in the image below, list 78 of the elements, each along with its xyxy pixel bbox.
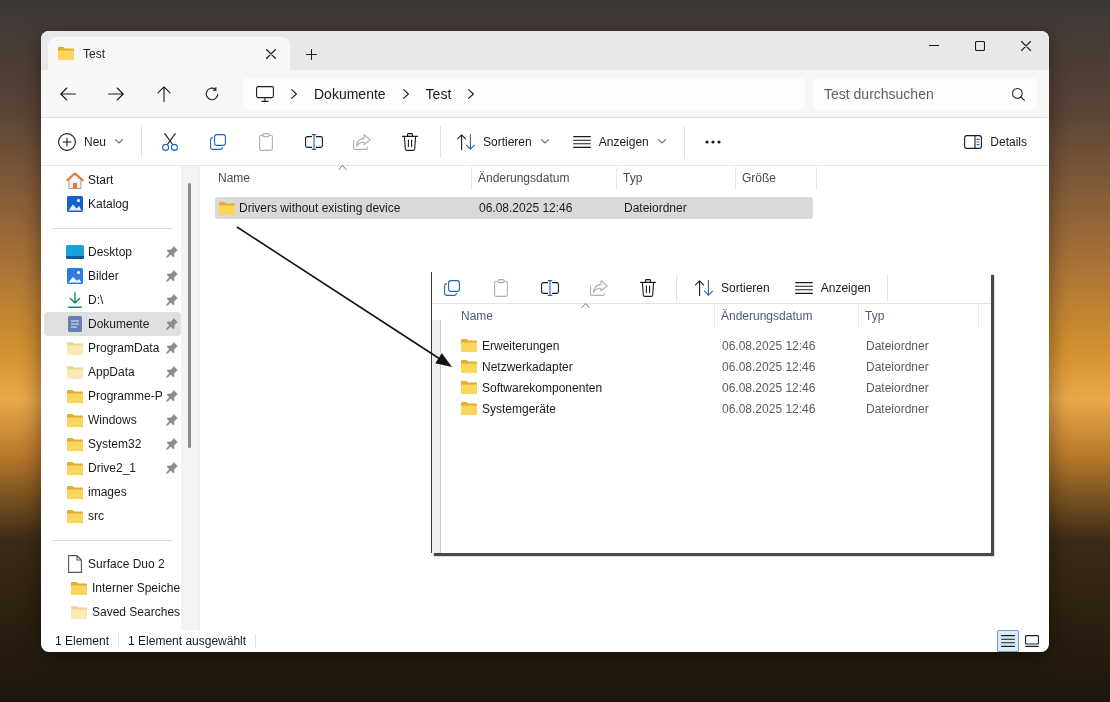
sidebar-item[interactable]: Katalog bbox=[44, 192, 181, 216]
column-header[interactable]: Typ bbox=[617, 167, 736, 190]
sidebar-item[interactable]: Bilder bbox=[44, 264, 181, 288]
chevron-right-icon bbox=[291, 88, 297, 99]
date-cell-text: 06.08.2025 12:46 bbox=[721, 380, 817, 395]
sidebar-item[interactable]: src bbox=[44, 504, 181, 528]
file-name[interactable]: Drivers without existing device bbox=[239, 201, 401, 215]
folder-icon bbox=[219, 201, 235, 215]
sidebar-item[interactable]: Windows bbox=[44, 408, 181, 432]
file-name[interactable]: Softwarekomponenten bbox=[482, 380, 603, 395]
type-cell-text: Dateiordner bbox=[865, 359, 930, 374]
monitor-icon bbox=[256, 85, 274, 102]
sidebar-item[interactable]: Desktop bbox=[44, 240, 181, 264]
plus-icon bbox=[305, 48, 317, 60]
close-icon bbox=[1021, 40, 1031, 51]
type-cell-text: Dateiordner bbox=[865, 401, 930, 416]
maximize-icon bbox=[975, 40, 985, 51]
breadcrumb-link[interactable]: Dokumente bbox=[314, 81, 386, 106]
pane-icon bbox=[964, 134, 983, 149]
new-button[interactable]: Neu bbox=[50, 125, 131, 158]
file-name[interactable]: Systemgeräte bbox=[482, 401, 557, 416]
arrow-up-icon bbox=[157, 85, 171, 102]
sidebar-item[interactable]: Interner Speiche bbox=[44, 576, 181, 600]
sidebar-item[interactable]: Surface Duo 2 bbox=[44, 552, 181, 576]
column-header[interactable]: Größe bbox=[736, 167, 817, 190]
sort-button[interactable]: Sortieren bbox=[449, 125, 557, 158]
selection-info: 1 Element ausgewählt bbox=[128, 634, 247, 648]
close-icon bbox=[266, 48, 276, 59]
scrollbar-thumb[interactable] bbox=[188, 183, 191, 448]
search-field[interactable]: Test durchsuchen bbox=[813, 77, 1037, 110]
sidebar-item[interactable]: D:\ bbox=[44, 288, 181, 312]
file-row[interactable]: Drivers without existing device 06.08.2025 12:46 Dateiordner bbox=[215, 197, 813, 219]
view-button[interactable]: Anzeigen bbox=[564, 125, 674, 158]
sidebar-item[interactable]: System32 bbox=[44, 432, 181, 456]
folder-icon bbox=[461, 402, 477, 415]
view-button[interactable]: Anzeigen bbox=[786, 273, 879, 302]
type-cell-text: Dateiordner bbox=[865, 338, 930, 353]
column-header[interactable]: Änderungsdatum bbox=[715, 305, 859, 328]
sidebar-item[interactable]: Saved Searches bbox=[44, 600, 181, 624]
search-icon bbox=[1012, 87, 1025, 101]
date-cell-text: 06.08.2025 12:46 bbox=[721, 359, 817, 374]
folder-icon bbox=[461, 360, 477, 373]
tab[interactable]: Test bbox=[48, 37, 290, 70]
list-lines-icon bbox=[1001, 635, 1015, 647]
file-name[interactable]: Erweiterungen bbox=[482, 338, 560, 353]
arrow-left-icon bbox=[60, 86, 76, 101]
sort-button[interactable]: Sortieren bbox=[687, 273, 778, 302]
refresh-icon bbox=[205, 86, 219, 101]
sidebar-item[interactable]: images bbox=[44, 480, 181, 504]
column-header[interactable]: Typ bbox=[859, 305, 979, 328]
type-cell-text: Dateiordner bbox=[623, 201, 688, 215]
details-button[interactable]: Details bbox=[956, 125, 1035, 158]
sidebar-item[interactable]: Dokumente bbox=[44, 312, 181, 336]
address-bar[interactable]: Dokumente Test bbox=[243, 77, 805, 110]
date-cell-text: 06.08.2025 12:46 bbox=[721, 401, 817, 416]
sidebar-item[interactable]: Programme-P bbox=[44, 384, 181, 408]
details-view-button[interactable] bbox=[997, 630, 1019, 652]
item-count: 1 Element bbox=[55, 634, 110, 648]
file-name[interactable]: Netzwerkadapter bbox=[482, 359, 573, 374]
chevron-right-icon bbox=[468, 88, 475, 99]
sidebar-item[interactable]: Start bbox=[44, 168, 181, 192]
sidebar-item[interactable]: Drive2_1 bbox=[44, 456, 181, 480]
date-cell-text: 06.08.2025 12:46 bbox=[721, 338, 817, 353]
column-header[interactable]: Name bbox=[212, 167, 472, 190]
column-header[interactable]: Name bbox=[455, 305, 715, 328]
chevron-right-icon bbox=[402, 88, 409, 99]
tile-icon bbox=[1025, 635, 1039, 647]
folder-icon bbox=[461, 339, 477, 352]
date-cell-text: 06.08.2025 12:46 bbox=[478, 201, 574, 215]
column-header[interactable]: Änderungsdatum bbox=[472, 167, 617, 190]
folder-icon bbox=[58, 47, 74, 60]
arrow-right-icon bbox=[108, 86, 124, 101]
type-cell-text: Dateiordner bbox=[865, 380, 930, 395]
sidebar-item[interactable]: AppData bbox=[44, 360, 181, 384]
folder-icon bbox=[461, 381, 477, 394]
breadcrumb-link[interactable]: Test bbox=[425, 81, 452, 106]
minimize-icon bbox=[929, 45, 939, 46]
sidebar-item[interactable]: ProgramData bbox=[44, 336, 181, 360]
